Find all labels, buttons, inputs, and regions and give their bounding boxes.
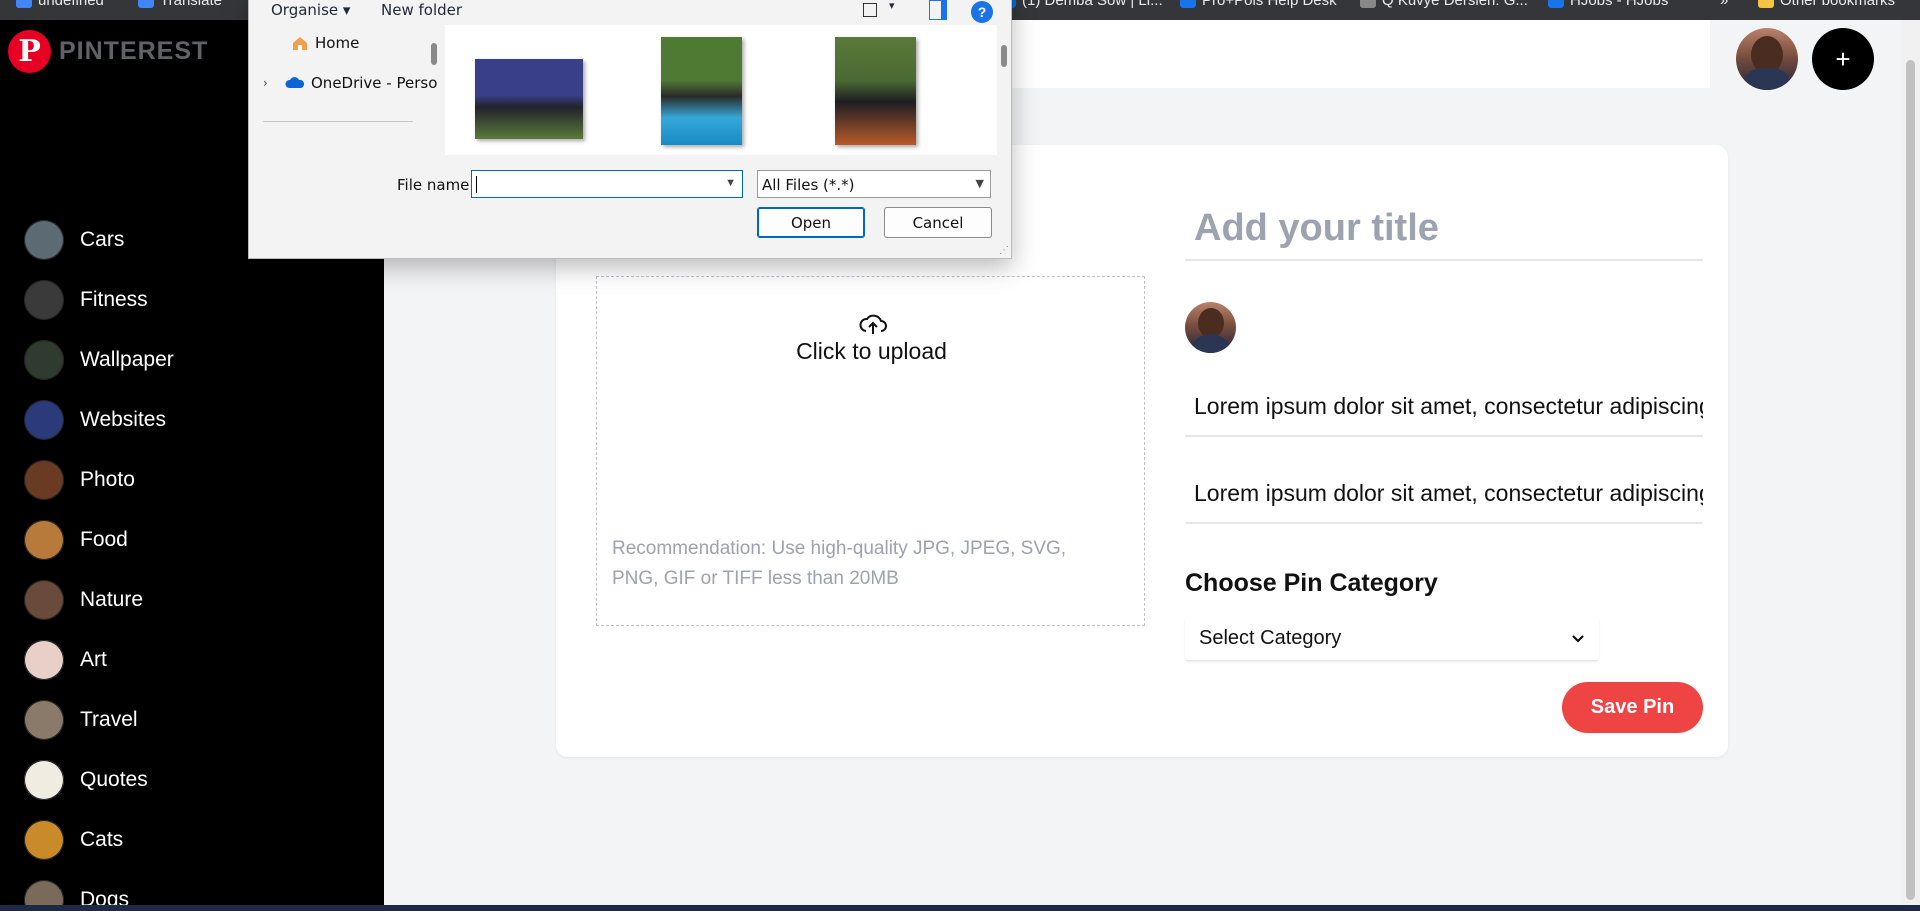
open-button[interactable]: Open [757, 207, 865, 238]
preview-pane-icon[interactable] [929, 0, 947, 20]
user-avatar[interactable] [1736, 28, 1798, 90]
bookmark-item[interactable]: HJobs - HJobs [1548, 0, 1668, 10]
about-input[interactable] [1185, 377, 1703, 437]
file-name-label: File name: [397, 176, 475, 194]
file-thumbnail[interactable] [661, 37, 742, 145]
destination-input[interactable] [1185, 464, 1703, 524]
sidebar-item-fitness[interactable]: Fitness [24, 270, 174, 330]
sidebar-item-websites[interactable]: Websites [24, 390, 174, 450]
sidebar-item-cats[interactable]: Cats [24, 810, 174, 870]
category-thumbnail [24, 340, 64, 380]
chevron-right-icon: › [263, 76, 268, 90]
category-thumbnail [24, 520, 64, 560]
category-thumbnail [24, 880, 64, 905]
sidebar-item-cars[interactable]: Cars [24, 210, 174, 270]
search-bar[interactable] [1012, 20, 1710, 88]
category-selected: Select Category [1199, 627, 1342, 649]
upload-recommendation: Recommendation: Use high-quality JPG, JP… [612, 538, 1067, 589]
bookmark-item[interactable]: (1) Demba Sow | Li... [1000, 0, 1163, 10]
chevron-down-icon [1572, 634, 1584, 643]
category-thumbnail [24, 280, 64, 320]
file-list-scrollbar[interactable] [1001, 45, 1007, 67]
upload-label: Click to upload [796, 338, 947, 364]
add-pin-button[interactable]: + [1812, 28, 1874, 90]
cloud-icon [285, 77, 305, 88]
helpdesk-icon [1180, 0, 1196, 8]
file-open-dialog: Organise ▾ New folder ▾ ? Home › OneDriv… [248, 0, 1012, 259]
title-input[interactable] [1185, 198, 1703, 261]
category-thumbnail [24, 220, 64, 260]
nav-item-onedrive[interactable]: › OneDrive - Perso [263, 74, 437, 92]
nav-scrollbar[interactable] [431, 43, 437, 65]
category-thumbnail [24, 700, 64, 740]
chevron-down-icon[interactable]: ▼ [725, 177, 736, 189]
sidebar-item-food[interactable]: Food [24, 510, 174, 570]
bookmark-favicon-icon [16, 0, 32, 8]
sidebar-item-art[interactable]: Art [24, 630, 174, 690]
dialog-toolbar: Organise ▾ New folder ▾ ? [249, 0, 1013, 25]
category-thumbnail [24, 760, 64, 800]
category-thumbnail [24, 820, 64, 860]
file-list [445, 25, 997, 155]
author-avatar [1185, 302, 1236, 353]
category-thumbnail [24, 460, 64, 500]
sidebar-item-nature[interactable]: Nature [24, 570, 174, 630]
resize-grip-icon[interactable]: ⋰ [999, 245, 1009, 256]
page-scrollbar[interactable] [1901, 20, 1920, 905]
sidebar-item-travel[interactable]: Travel [24, 690, 174, 750]
other-bookmarks[interactable]: Other bookmarks [1758, 0, 1895, 10]
category-heading: Choose Pin Category [1185, 569, 1438, 597]
bookmark-item[interactable]: undefined [16, 0, 104, 10]
hjobs-icon [1548, 0, 1564, 8]
bookmark-item[interactable]: Pro+Pols Help Desk [1180, 0, 1337, 10]
text-caret [476, 176, 477, 193]
cancel-button[interactable]: Cancel [884, 207, 992, 238]
folder-icon [1758, 0, 1774, 8]
pinterest-logo-icon: P [8, 30, 51, 73]
cloud-upload-icon [859, 314, 887, 334]
bookmark-favicon-icon [1360, 0, 1376, 8]
scrollbar-thumb[interactable] [1906, 60, 1915, 900]
sidebar-item-quotes[interactable]: Quotes [24, 750, 174, 810]
view-dropdown-icon[interactable]: ▾ [889, 0, 895, 12]
chevron-down-icon: ▼ [975, 177, 984, 190]
file-thumbnail[interactable] [835, 37, 916, 145]
new-folder-button[interactable]: New folder [381, 1, 462, 19]
nav-divider [263, 121, 413, 122]
file-name-input[interactable]: ▼ [471, 170, 743, 198]
bookmark-item[interactable]: Translate [138, 0, 222, 10]
sidebar-item-dogs[interactable]: Dogs [24, 870, 174, 905]
translate-icon [138, 0, 154, 8]
home-icon [293, 37, 307, 50]
file-type-filter[interactable]: All Files (*.*) ▼ [757, 170, 991, 198]
logo-text: PINTEREST [59, 37, 209, 65]
category-select[interactable]: Select Category [1185, 617, 1599, 661]
upload-dropzone[interactable]: Click to upload Recommendation: Use high… [596, 276, 1145, 626]
logo[interactable]: P PINTEREST [8, 30, 208, 73]
sidebar-item-wallpaper[interactable]: Wallpaper [24, 330, 174, 390]
navigation-pane: Home › OneDrive - Perso [249, 25, 437, 155]
file-thumbnail[interactable] [475, 59, 583, 139]
save-pin-button[interactable]: Save Pin [1562, 682, 1703, 733]
taskbar-edge [0, 905, 1920, 911]
category-list: Cars Fitness Wallpaper Websites Photo Fo… [24, 210, 174, 905]
sidebar-item-photo[interactable]: Photo [24, 450, 174, 510]
organise-button[interactable]: Organise ▾ [271, 1, 350, 19]
nav-item-home[interactable]: Home [291, 34, 359, 52]
bookmarks-overflow-button[interactable]: » [1720, 0, 1728, 10]
category-thumbnail [24, 400, 64, 440]
bookmark-item[interactable]: Q Kuvye Dersleri: G... [1360, 0, 1528, 10]
category-thumbnail [24, 580, 64, 620]
category-thumbnail [24, 640, 64, 680]
view-options-icon[interactable] [863, 3, 877, 17]
help-icon[interactable]: ? [971, 1, 993, 23]
